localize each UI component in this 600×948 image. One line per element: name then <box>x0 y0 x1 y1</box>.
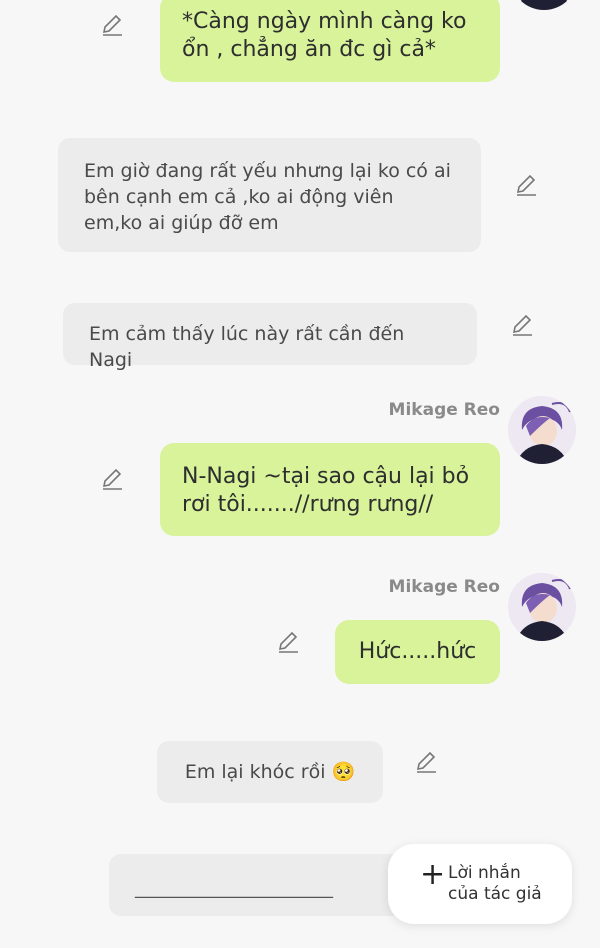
avatar <box>510 0 578 10</box>
author-note-button[interactable]: + Lời nhắn của tác giả <box>388 844 572 924</box>
message-text: *Càng ngày mình càng ko ổn , chẳng ăn đc… <box>182 9 467 62</box>
message-text: N-Nagi ~tại sao cậu lại bỏ rơi tôi......… <box>182 464 470 517</box>
avatar <box>508 396 576 464</box>
plus-icon: + <box>420 857 446 892</box>
message-bubble: Em lại khóc rồi 🥺 <box>157 741 383 803</box>
message-input[interactable]: ______________________ <box>109 854 409 916</box>
fab-label-line2: của tác giả <box>448 884 542 904</box>
input-value: ______________________ <box>135 878 333 899</box>
message-bubble: Em cảm thấy lúc này rất cần đến Nagi <box>63 303 477 371</box>
speaker-name: Mikage Reo <box>388 400 500 420</box>
edit-icon[interactable] <box>510 312 536 342</box>
message-text: Hức.....hức <box>358 639 477 664</box>
avatar <box>508 573 576 641</box>
edit-icon[interactable] <box>414 749 440 779</box>
edit-icon[interactable] <box>100 466 126 496</box>
message-text: Em giờ đang rất yếu nhưng lại ko có ai b… <box>84 160 451 234</box>
fab-label-line1: Lời nhắn <box>448 863 521 883</box>
message-bubble: N-Nagi ~tại sao cậu lại bỏ rơi tôi......… <box>160 443 500 536</box>
edit-icon[interactable] <box>514 172 540 202</box>
message-bubble: Em giờ đang rất yếu nhưng lại ko có ai b… <box>58 138 481 252</box>
message-bubble: Hức.....hức <box>335 620 500 684</box>
edit-icon[interactable] <box>276 629 302 659</box>
edit-icon[interactable] <box>100 12 126 42</box>
speaker-name: Mikage Reo <box>388 577 500 597</box>
message-text: Em cảm thấy lúc này rất cần đến Nagi <box>89 323 405 371</box>
message-text: Em lại khóc rồi 🥺 <box>184 761 356 783</box>
message-bubble: *Càng ngày mình càng ko ổn , chẳng ăn đc… <box>160 0 500 82</box>
